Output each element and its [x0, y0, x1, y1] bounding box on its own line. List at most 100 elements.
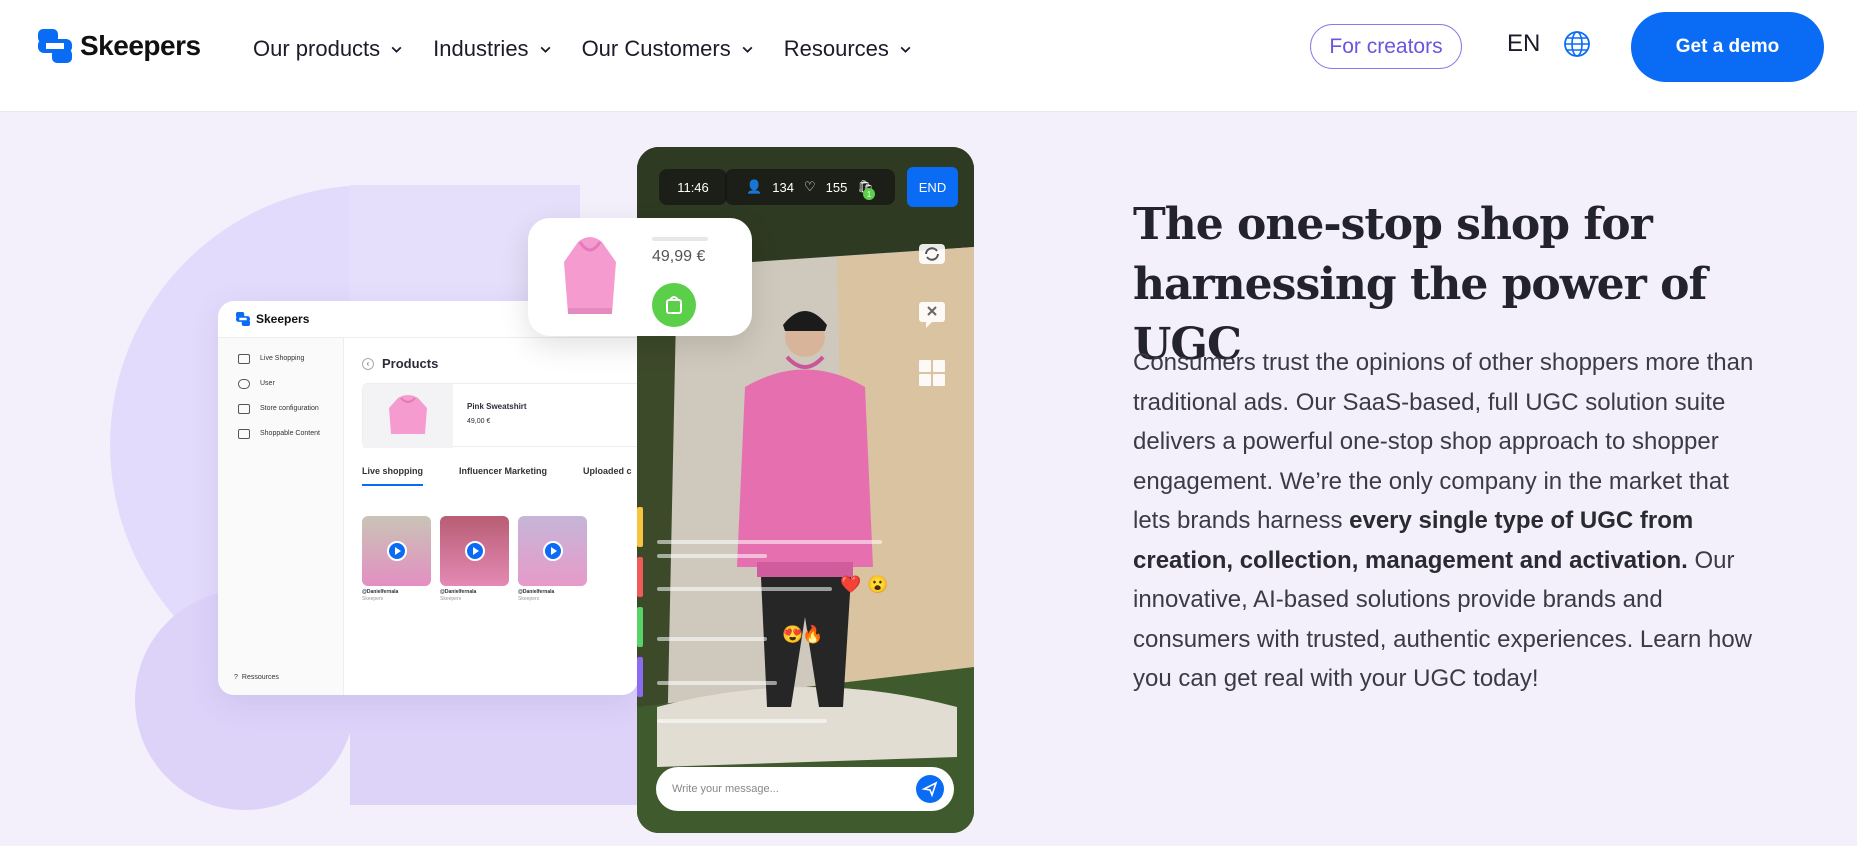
product-price: 49,00 €	[467, 418, 491, 425]
sidebar-item-shoppable-content[interactable]: Shoppable Content	[218, 421, 343, 446]
nav-resources[interactable]: Resources	[784, 36, 912, 62]
send-icon[interactable]	[916, 775, 944, 803]
sidebar-item-label: Store configuration	[260, 405, 319, 412]
chat-message	[657, 587, 832, 591]
sidebar-item-live-shopping[interactable]: Live Shopping	[218, 346, 343, 371]
thumbnail-user: @Danielfernala	[440, 589, 477, 595]
flip-camera-icon[interactable]	[916, 237, 948, 269]
hoodie-icon	[389, 395, 427, 434]
language-selector[interactable]: EN	[1507, 30, 1540, 58]
fire-emoji-icon: 🔥	[802, 625, 824, 644]
shopping-bag-icon	[666, 296, 682, 314]
users-icon	[238, 378, 250, 389]
nav-industries[interactable]: Industries	[433, 36, 551, 62]
sidebar-item-store-configuration[interactable]: Store configuration	[218, 396, 343, 421]
video-thumbnails: @Danielfernala Skeepers @Danielfernala S…	[362, 516, 587, 602]
thumbnail-source: Skeepers	[518, 596, 540, 602]
play-icon[interactable]	[543, 541, 563, 561]
thumbnail-source: Skeepers	[440, 596, 462, 602]
heart-eyes-emoji-icon: 😍	[782, 625, 804, 644]
time-text: 11:46	[677, 179, 709, 195]
sidebar-item-label: Live Shopping	[260, 355, 305, 362]
tab-influencer-marketing[interactable]: Influencer Marketing	[459, 466, 547, 486]
thumbnail-image	[440, 516, 509, 586]
globe-icon[interactable]	[1562, 29, 1592, 59]
sidebar-item-label: Shoppable Content	[260, 430, 320, 437]
play-icon[interactable]	[387, 541, 407, 561]
viewers-icon: 👤	[746, 179, 763, 194]
grid-icon[interactable]	[916, 357, 948, 389]
nav-label: Our Customers	[581, 36, 731, 61]
product-card[interactable]: Pink Sweatshirt 49,00 €	[362, 383, 638, 448]
sidebar-item-user[interactable]: User	[218, 371, 343, 396]
chat-message-input[interactable]: Write your message...	[656, 767, 954, 811]
dashboard-main: ‹ Products Pink Sweatshirt 49,00 € Live …	[344, 338, 638, 695]
thumbnail-user: @Danielfernala	[518, 589, 555, 595]
dashboard-mockup: Skeepers Live Shopping User Store config…	[218, 301, 638, 695]
chat-message	[657, 719, 827, 723]
chevron-down-icon	[540, 46, 551, 53]
thumbnail-image	[362, 516, 431, 586]
site-header: Skeepers Our products Industries Our Cus…	[0, 0, 1857, 112]
skeepers-logo-icon	[38, 29, 72, 63]
nav-label: Our products	[253, 36, 381, 61]
thumbnail-user: @Danielfernala	[362, 589, 399, 595]
nav-our-products[interactable]: Our products	[253, 36, 403, 62]
get-a-demo-button[interactable]: Get a demo	[1631, 12, 1824, 82]
likes-count: 155	[825, 179, 848, 195]
cart-icon	[238, 428, 250, 439]
end-stream-button[interactable]: END	[907, 167, 958, 207]
tab-live-shopping[interactable]: Live shopping	[362, 466, 424, 486]
heart-emoji-icon: ❤️	[840, 575, 862, 594]
chevron-down-icon	[742, 46, 753, 53]
stream-time: 11:46	[659, 169, 727, 205]
popup-divider	[652, 237, 708, 241]
play-icon[interactable]	[465, 541, 485, 561]
product-popup[interactable]: 49,99 €	[528, 218, 752, 336]
sidebar-resources[interactable]: ? Ressources	[234, 674, 279, 681]
skeepers-logo-icon	[236, 312, 250, 326]
back-icon[interactable]: ‹	[362, 357, 374, 370]
nav-label: Industries	[433, 36, 529, 61]
product-image	[363, 384, 453, 448]
video-thumbnail[interactable]: @Danielfernala Skeepers	[440, 516, 509, 602]
thumbnail-image	[518, 516, 587, 586]
nav-label: Resources	[783, 36, 889, 61]
video-thumbnail[interactable]: @Danielfernala Skeepers	[362, 516, 431, 602]
sidebar-item-label: User	[260, 380, 275, 387]
close-chat-icon[interactable]	[916, 298, 948, 330]
resources-label: Ressources	[241, 674, 279, 681]
chat-message	[657, 540, 882, 544]
for-creators-button[interactable]: For creators	[1310, 24, 1462, 69]
chevron-down-icon	[900, 46, 911, 53]
add-to-cart-button[interactable]	[652, 283, 696, 327]
hero-paragraph: Consumers trust the opinions of other sh…	[1133, 343, 1763, 699]
chat-message	[657, 681, 777, 685]
products-heading: ‹ Products	[362, 356, 438, 371]
brand-name: Skeepers	[80, 30, 201, 61]
cart-count-badge: 1	[863, 188, 875, 200]
video-icon	[238, 353, 250, 364]
chevron-down-icon	[391, 46, 402, 53]
viewers-count: 134	[772, 179, 794, 195]
thumbnail-source: Skeepers	[362, 596, 384, 602]
content-tabs: Live shopping Influencer Marketing Uploa…	[362, 466, 632, 486]
message-placeholder: Write your message...	[672, 783, 779, 795]
help-icon: ?	[234, 674, 238, 681]
chat-message	[657, 554, 767, 558]
video-thumbnail[interactable]: @Danielfernala Skeepers	[518, 516, 587, 602]
heart-icon: ♡	[804, 179, 816, 194]
brand-logo[interactable]: Skeepers	[38, 29, 201, 63]
tab-uploaded-content[interactable]: Uploaded c	[583, 466, 632, 486]
products-title: Products	[382, 356, 439, 371]
hoodie-icon	[564, 237, 616, 314]
main-nav: Our products Industries Our Customers Re…	[253, 36, 912, 62]
product-name: Pink Sweatshirt	[467, 402, 527, 411]
dashboard-brand: Skeepers	[256, 312, 310, 326]
surprised-emoji-icon: 😮	[867, 575, 889, 594]
popup-price: 49,99 €	[652, 248, 706, 265]
store-icon	[238, 403, 250, 414]
nav-our-customers[interactable]: Our Customers	[582, 36, 754, 62]
chat-message	[657, 637, 767, 641]
dashboard-sidebar: Live Shopping User Store configuration S…	[218, 338, 344, 695]
